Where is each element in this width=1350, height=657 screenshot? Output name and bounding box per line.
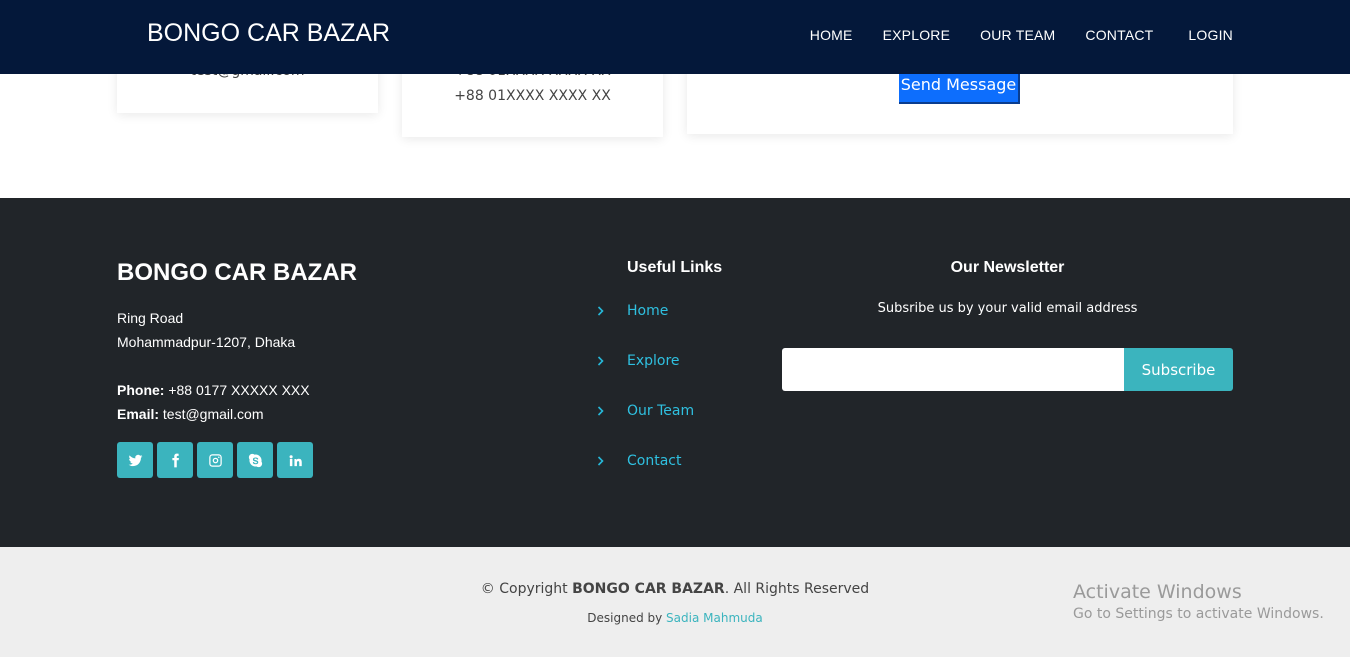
nav-home[interactable]: HOME	[810, 27, 853, 43]
phone-value: +88 0177 XXXXX XXX	[164, 382, 310, 398]
newsletter-subtitle: Subsribe us by your valid email address	[877, 301, 1138, 316]
linkedin-icon[interactable]	[277, 442, 313, 478]
footer-link-home[interactable]: Home	[597, 303, 668, 319]
chevron-right-icon	[597, 354, 627, 369]
chevron-right-icon	[597, 404, 627, 419]
phone-label: Phone:	[117, 382, 165, 398]
nav-login[interactable]: LOGIN	[1188, 27, 1233, 43]
copyright-brand: BONGO CAR BAZAR	[572, 581, 725, 597]
copyright-bar: © Copyright BONGO CAR BAZAR. All Rights …	[0, 547, 1350, 657]
instagram-icon[interactable]	[197, 442, 233, 478]
email-label: Email:	[117, 406, 160, 422]
footer-link-our-team-label[interactable]: Our Team	[627, 403, 694, 419]
footer-link-explore[interactable]: Explore	[597, 353, 680, 369]
designer-link[interactable]: Sadia Mahmuda	[666, 611, 763, 625]
nav-menu: HOME EXPLORE OUR TEAM CONTACT LOGIN	[780, 27, 1233, 43]
skype-icon[interactable]	[237, 442, 273, 478]
navbar-brand[interactable]: BONGO CAR BAZAR	[147, 19, 390, 48]
newsletter-form: Subscribe	[782, 348, 1233, 391]
footer-link-contact[interactable]: Contact	[597, 453, 681, 469]
chevron-right-icon	[597, 454, 627, 469]
facebook-icon[interactable]	[157, 442, 193, 478]
address-line-1: Ring Road	[117, 310, 184, 326]
address-line-2: Mohammadpur-1207, Dhaka	[117, 334, 296, 350]
designed-prefix: Designed by	[587, 611, 667, 625]
top-navbar: BONGO CAR BAZAR HOME EXPLORE OUR TEAM CO…	[0, 0, 1350, 74]
footer-link-home-label[interactable]: Home	[627, 303, 668, 319]
copyright-prefix: © Copyright	[480, 581, 573, 597]
social-links	[117, 442, 317, 478]
footer-email: Email: test@gmail.com	[117, 406, 263, 422]
copyright-suffix: . All Rights Reserved	[724, 581, 870, 597]
nav-contact[interactable]: CONTACT	[1085, 27, 1153, 43]
nav-our-team[interactable]: OUR TEAM	[980, 27, 1055, 43]
activate-windows-title: Activate Windows	[1073, 581, 1242, 603]
activate-windows-subtitle: Go to Settings to activate Windows.	[1073, 606, 1324, 622]
footer-link-contact-label[interactable]: Contact	[627, 453, 681, 469]
footer-link-explore-label[interactable]: Explore	[627, 353, 680, 369]
email-value: test@gmail.com	[159, 406, 264, 422]
footer-phone: Phone: +88 0177 XXXXX XXX	[117, 382, 310, 398]
footer: BONGO CAR BAZAR Ring Road Mohammadpur-12…	[0, 198, 1350, 547]
subscribe-button[interactable]: Subscribe	[1124, 348, 1233, 391]
newsletter-title: Our Newsletter	[950, 259, 1065, 276]
chevron-right-icon	[597, 304, 627, 319]
footer-link-our-team[interactable]: Our Team	[597, 403, 694, 419]
nav-explore[interactable]: EXPLORE	[883, 27, 951, 43]
useful-links-title: Useful Links	[627, 259, 723, 276]
newsletter-email-input[interactable]	[782, 348, 1124, 391]
footer-brand: BONGO CAR BAZAR	[117, 259, 357, 286]
phone-card-text: +88 01XXXX XXXX XX	[454, 88, 611, 104]
twitter-icon[interactable]	[117, 442, 153, 478]
